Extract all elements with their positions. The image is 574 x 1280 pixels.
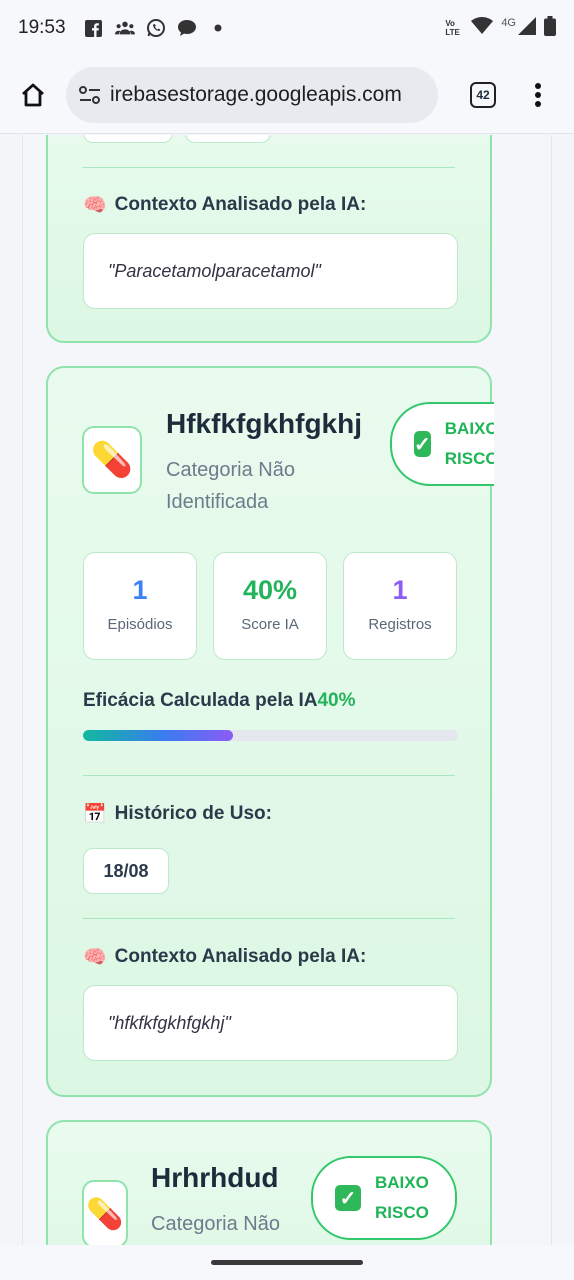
- url-text[interactable]: irebasestorage.googleapis.com: [110, 83, 402, 107]
- browser-menu-button[interactable]: [518, 82, 558, 108]
- stat-label: Registros: [368, 616, 432, 633]
- stat-records: 1 Registros: [343, 552, 457, 660]
- stat-value: 40%: [242, 575, 298, 605]
- home-gesture-handle[interactable]: [211, 1260, 363, 1265]
- brain-icon: 🧠: [83, 195, 107, 216]
- stat-label: Episódios: [107, 616, 173, 633]
- whatsapp-icon: [146, 18, 166, 38]
- signal-icon: [518, 16, 536, 40]
- page-viewport[interactable]: 🧠 Contexto Analisado pela IA: "Paracetam…: [0, 135, 574, 1245]
- efficacy-label: Eficácia Calculada pela IA40%: [83, 690, 356, 711]
- stat-value: 1: [392, 575, 408, 605]
- status-bar: 19:53 Vo LTE 4G: [0, 0, 574, 56]
- medication-category: Categoria Não: [151, 1213, 280, 1235]
- history-date-chip: [83, 135, 173, 143]
- chat-bubble-icon: [177, 18, 197, 38]
- context-title: 🧠 Contexto Analisado pela IA:: [83, 946, 367, 968]
- history-title: 📅 Histórico de Uso:: [83, 803, 272, 825]
- pill-icon: 💊: [90, 441, 134, 479]
- context-text-box: "Paracetamolparacetamol": [83, 233, 458, 309]
- efficacy-progress-bar: [83, 730, 458, 741]
- efficacy-progress-fill: [83, 730, 233, 741]
- history-date-chip: 18/08: [83, 848, 169, 894]
- medication-category: Categoria Não Identificada: [166, 459, 295, 513]
- network-type: 4G: [501, 17, 516, 29]
- notification-dot-icon: [208, 18, 228, 38]
- context-title: 🧠 Contexto Analisado pela IA:: [83, 194, 367, 216]
- risk-badge: ✓ BAIXO RISCO: [390, 402, 494, 486]
- calendar-icon: 📅: [83, 804, 107, 825]
- battery-icon: [544, 15, 556, 41]
- groups-icon: [114, 18, 135, 38]
- card-divider: [83, 167, 455, 168]
- tab-switcher-button[interactable]: 42: [448, 81, 518, 108]
- stat-value: 1: [132, 575, 148, 605]
- stat-score: 40% Score IA: [213, 552, 327, 660]
- more-vert-icon: [535, 82, 541, 107]
- risk-badge: ✓ BAIXO RISCO: [311, 1156, 457, 1240]
- brain-icon: 🧠: [83, 947, 107, 968]
- status-time: 19:53: [18, 17, 66, 38]
- medication-icon-box: 💊: [82, 1180, 128, 1245]
- address-bar[interactable]: irebasestorage.googleapis.com: [66, 66, 438, 123]
- facebook-icon: [84, 18, 104, 38]
- stat-label: Score IA: [241, 616, 299, 633]
- site-settings-icon[interactable]: [76, 85, 104, 105]
- medication-card: 🧠 Contexto Analisado pela IA: "Paracetam…: [46, 135, 492, 343]
- volte-icon: Vo LTE: [445, 19, 460, 37]
- medication-name: Hrhrhdud: [151, 1162, 279, 1193]
- home-button[interactable]: [0, 81, 66, 109]
- tab-count: 42: [470, 81, 496, 108]
- medication-name: Hfkfkfgkhfgkhj: [166, 408, 362, 439]
- medication-icon-box: 💊: [82, 426, 142, 494]
- history-date-chip: [185, 135, 271, 143]
- browser-toolbar: irebasestorage.googleapis.com 42: [0, 56, 574, 134]
- medication-card: 💊 Hfkfkfgkhfgkhj Categoria Não Identific…: [46, 366, 494, 1097]
- stat-episodes: 1 Episódios: [83, 552, 197, 660]
- efficacy-value: 40%: [317, 690, 356, 711]
- context-text-box: "hfkfkfgkhfgkhj": [83, 985, 458, 1061]
- home-icon: [22, 83, 44, 106]
- gesture-navigation-bar: [0, 1245, 574, 1280]
- card-divider: [83, 918, 455, 919]
- wifi-icon: [471, 16, 494, 40]
- pill-icon: 💊: [86, 1197, 124, 1231]
- check-icon: ✓: [335, 1185, 361, 1211]
- medication-card: 💊 Hrhrhdud Categoria Não ✓ BAIXO RISCO: [46, 1120, 492, 1245]
- card-divider: [83, 775, 455, 776]
- check-icon: ✓: [414, 431, 431, 457]
